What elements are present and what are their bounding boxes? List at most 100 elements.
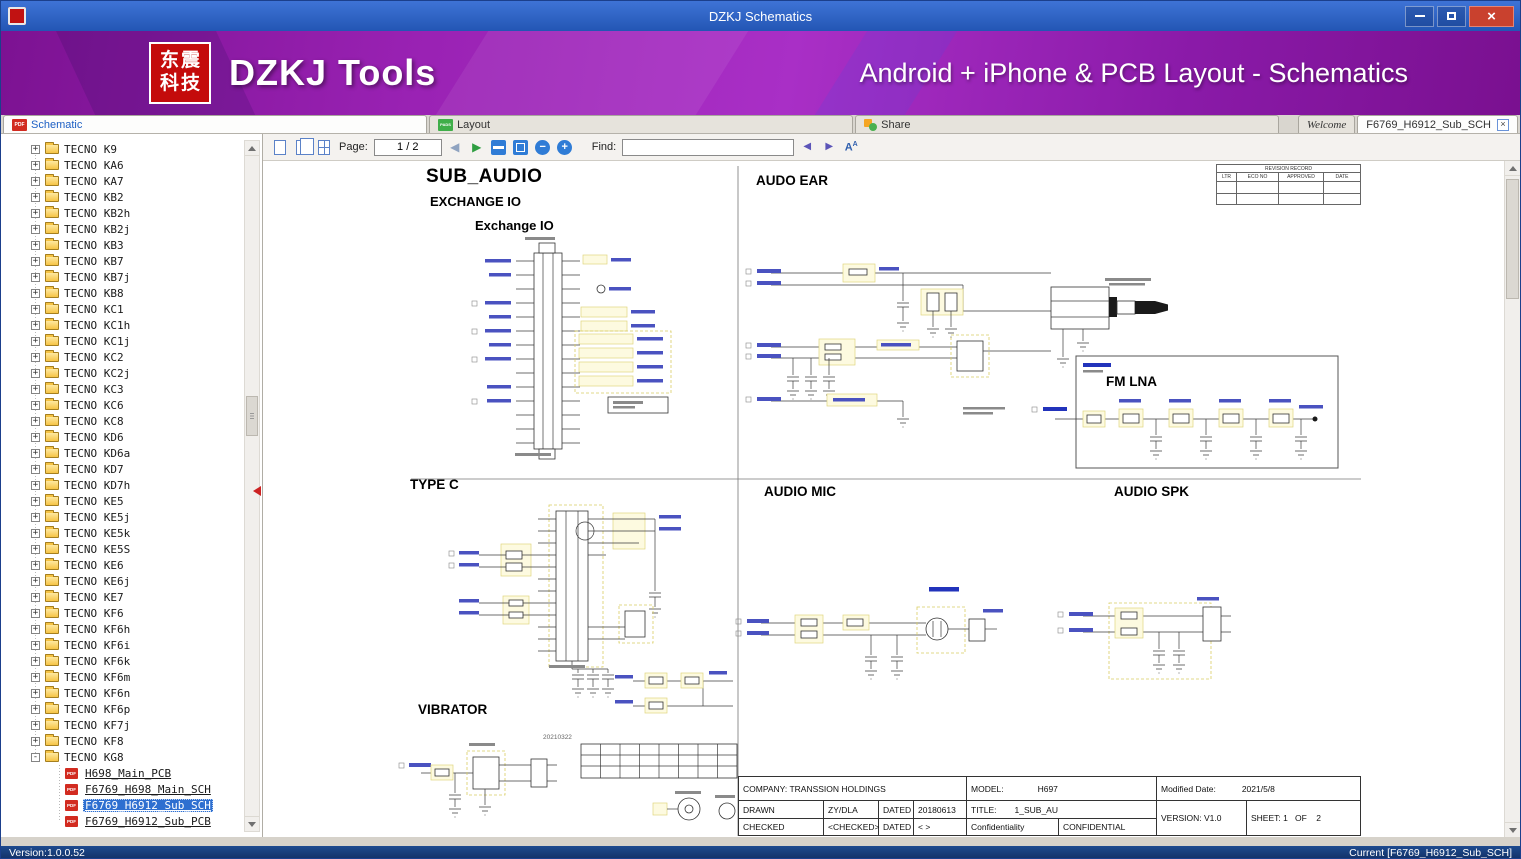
tree-folder[interactable]: + TECNO KF6p: [1, 701, 262, 717]
fit-width-button[interactable]: [490, 138, 508, 156]
tree-file[interactable]: PDF H698_Main_PCB: [1, 765, 262, 781]
expand-icon[interactable]: +: [31, 656, 40, 666]
tab-layout[interactable]: PADS Layout: [429, 115, 854, 133]
close-button[interactable]: ×: [1469, 5, 1514, 27]
expand-icon[interactable]: +: [31, 384, 40, 394]
scroll-down-button[interactable]: [245, 816, 259, 831]
viewer-scroll-up-button[interactable]: [1505, 161, 1520, 176]
tree-folder[interactable]: + TECNO KC1j: [1, 333, 262, 349]
tree-folder[interactable]: + TECNO KC3: [1, 381, 262, 397]
tree-folder[interactable]: + TECNO KA6: [1, 157, 262, 173]
expand-icon[interactable]: +: [31, 528, 40, 538]
expand-icon[interactable]: +: [31, 288, 40, 298]
expand-icon[interactable]: +: [31, 352, 40, 362]
expand-icon[interactable]: +: [31, 688, 40, 698]
tree-folder[interactable]: + TECNO KF6: [1, 605, 262, 621]
sidebar-collapse-arrow[interactable]: [253, 486, 261, 496]
tree-folder[interactable]: + TECNO KB2: [1, 189, 262, 205]
match-case-button[interactable]: AA: [842, 138, 860, 156]
expand-icon[interactable]: +: [31, 336, 40, 346]
expand-icon[interactable]: +: [31, 272, 40, 282]
expand-icon[interactable]: +: [31, 400, 40, 410]
next-page-button[interactable]: ▶: [468, 138, 486, 156]
viewer-scroll-down-button[interactable]: [1505, 822, 1520, 837]
tree-folder[interactable]: + TECNO KE5j: [1, 509, 262, 525]
tree-folder[interactable]: + TECNO K9: [1, 141, 262, 157]
tree-folder[interactable]: - TECNO KG8: [1, 749, 262, 765]
tree-folder[interactable]: + TECNO KD6a: [1, 445, 262, 461]
tree-file[interactable]: PDF F6769_H698_Main_SCH: [1, 781, 262, 797]
tree-folder[interactable]: + TECNO KB7: [1, 253, 262, 269]
expand-icon[interactable]: +: [31, 224, 40, 234]
expand-icon[interactable]: +: [31, 432, 40, 442]
tree-folder[interactable]: + TECNO KE6: [1, 557, 262, 573]
expand-icon[interactable]: +: [31, 672, 40, 682]
tree-folder[interactable]: + TECNO KC8: [1, 413, 262, 429]
page-input[interactable]: [373, 138, 442, 156]
expand-icon[interactable]: +: [31, 144, 40, 154]
scrollbar-thumb[interactable]: [246, 396, 258, 436]
tree-folder[interactable]: + TECNO KC1h: [1, 317, 262, 333]
expand-icon[interactable]: +: [31, 240, 40, 250]
tree-folder[interactable]: + TECNO KF8: [1, 733, 262, 749]
expand-icon[interactable]: +: [31, 544, 40, 554]
expand-icon[interactable]: +: [31, 496, 40, 506]
expand-icon[interactable]: +: [31, 640, 40, 650]
tree-folder[interactable]: + TECNO KE5k: [1, 525, 262, 541]
viewer-scrollbar[interactable]: [1504, 161, 1520, 837]
tree-folder[interactable]: + TECNO KC2j: [1, 365, 262, 381]
expand-icon[interactable]: +: [31, 592, 40, 602]
minimize-button[interactable]: [1405, 5, 1434, 27]
tree-folder[interactable]: + TECNO KD7: [1, 461, 262, 477]
collapse-icon[interactable]: -: [31, 752, 40, 762]
fit-page-button[interactable]: [512, 138, 530, 156]
tree-folder[interactable]: + TECNO KF6k: [1, 653, 262, 669]
tree-file[interactable]: PDF F6769_H6912_Sub_PCB: [1, 813, 262, 829]
find-input[interactable]: [622, 138, 795, 156]
tree-folder[interactable]: + TECNO KB7j: [1, 269, 262, 285]
expand-icon[interactable]: +: [31, 416, 40, 426]
find-previous-button[interactable]: ◀: [798, 138, 816, 156]
expand-icon[interactable]: +: [31, 256, 40, 266]
tab-document[interactable]: F6769_H6912_Sub_SCH ×: [1357, 115, 1519, 133]
expand-icon[interactable]: +: [31, 624, 40, 634]
tab-close-icon[interactable]: ×: [1497, 118, 1510, 131]
expand-icon[interactable]: +: [31, 320, 40, 330]
tree-folder[interactable]: + TECNO KC1: [1, 301, 262, 317]
expand-icon[interactable]: +: [31, 720, 40, 730]
maximize-button[interactable]: [1437, 5, 1466, 27]
zoom-in-button[interactable]: +: [556, 138, 574, 156]
expand-icon[interactable]: +: [31, 176, 40, 186]
tab-welcome[interactable]: Welcome: [1297, 115, 1356, 133]
tree-folder[interactable]: + TECNO KA7: [1, 173, 262, 189]
tree-folder[interactable]: + TECNO KE5: [1, 493, 262, 509]
expand-icon[interactable]: +: [31, 512, 40, 522]
tree-folder[interactable]: + TECNO KB3: [1, 237, 262, 253]
tab-share[interactable]: Share: [855, 115, 1280, 133]
expand-icon[interactable]: +: [31, 448, 40, 458]
expand-icon[interactable]: +: [31, 576, 40, 586]
view-facing-pages-button[interactable]: [293, 137, 314, 156]
tree-folder[interactable]: + TECNO KF6m: [1, 669, 262, 685]
tree-folder[interactable]: + TECNO KE7: [1, 589, 262, 605]
tree-folder[interactable]: + TECNO KE6j: [1, 573, 262, 589]
expand-icon[interactable]: +: [31, 608, 40, 618]
tree-folder[interactable]: + TECNO KE5S: [1, 541, 262, 557]
tree-folder[interactable]: + TECNO KF6n: [1, 685, 262, 701]
expand-icon[interactable]: +: [31, 368, 40, 378]
tree-folder[interactable]: + TECNO KF6h: [1, 621, 262, 637]
expand-icon[interactable]: +: [31, 160, 40, 170]
expand-icon[interactable]: +: [31, 208, 40, 218]
previous-page-button[interactable]: ◀: [446, 138, 464, 156]
tree-folder[interactable]: + TECNO KB2j: [1, 221, 262, 237]
viewer-scrollbar-thumb[interactable]: [1506, 179, 1519, 299]
tree-file[interactable]: PDF F6769_H6912_Sub_SCH: [1, 797, 262, 813]
tree-folder[interactable]: + TECNO KD7h: [1, 477, 262, 493]
zoom-out-button[interactable]: −: [534, 138, 552, 156]
tree-folder[interactable]: + TECNO KB2h: [1, 205, 262, 221]
expand-icon[interactable]: +: [31, 304, 40, 314]
tree-folder[interactable]: + TECNO KC6: [1, 397, 262, 413]
expand-icon[interactable]: +: [31, 192, 40, 202]
tree-folder[interactable]: + TECNO KD6: [1, 429, 262, 445]
tree-folder[interactable]: + TECNO KC2: [1, 349, 262, 365]
